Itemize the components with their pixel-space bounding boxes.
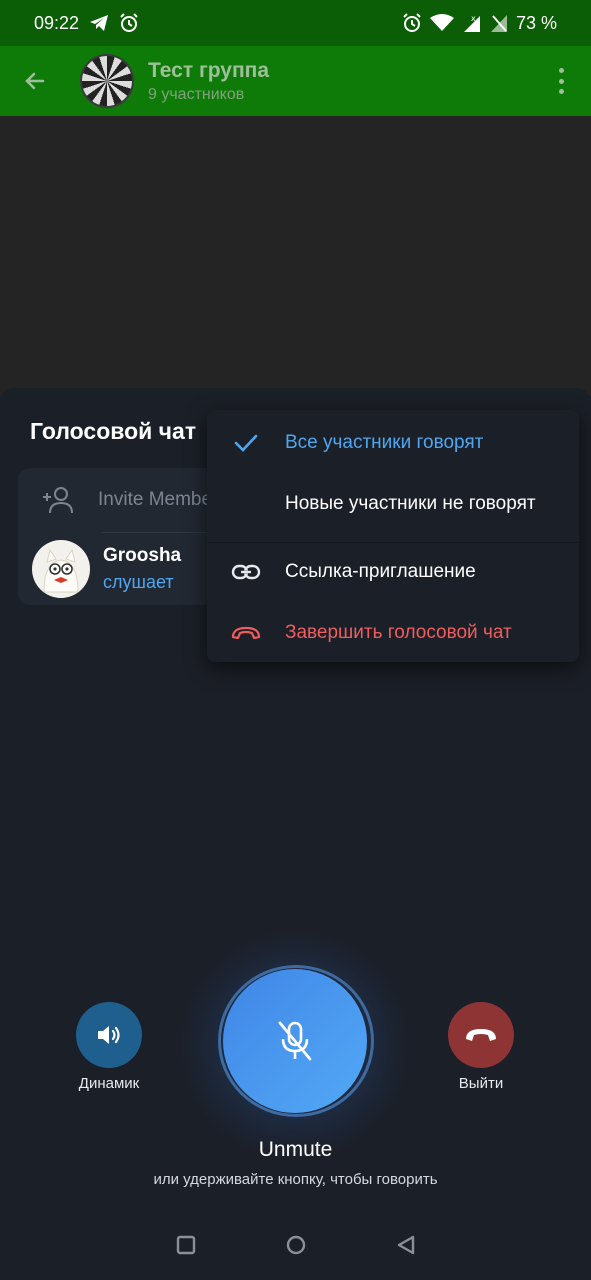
participant-status: слушает — [103, 571, 174, 592]
wifi-icon — [429, 14, 454, 32]
avatar — [32, 539, 90, 598]
status-bar: 09:22 x 73 % — [0, 0, 591, 46]
check-icon — [234, 433, 258, 453]
link-icon — [231, 563, 261, 581]
alarm-icon — [402, 13, 422, 33]
push-to-talk-hint: или удерживайте кнопку, чтобы говорить — [153, 1171, 438, 1188]
voice-chat-options-menu: Все участники говорят Новые участники не… — [207, 410, 579, 662]
menu-item-label: Ссылка-приглашение — [285, 561, 476, 582]
participant-name: Groosha — [103, 544, 182, 566]
unmute-label: Unmute — [258, 1138, 333, 1161]
telegram-icon — [89, 14, 109, 32]
chat-header: Тест группа 9 участников — [0, 46, 591, 116]
speaker-button[interactable] — [76, 1002, 142, 1068]
group-avatar[interactable] — [80, 54, 134, 108]
voice-chat-title: Голосовой чат — [30, 418, 197, 444]
add-user-icon — [42, 486, 74, 514]
divider — [207, 542, 579, 543]
menu-item-all-can-speak[interactable]: Все участники говорят — [207, 415, 579, 471]
status-time: 09:22 — [34, 12, 80, 33]
svg-text:x: x — [471, 14, 476, 23]
hangup-icon — [464, 1027, 498, 1043]
chat-background — [0, 116, 591, 396]
menu-item-label: Новые участники не говорят — [285, 493, 536, 514]
mic-toggle-button[interactable] — [223, 969, 367, 1113]
alarm-icon — [119, 13, 139, 33]
mic-off-icon — [275, 1019, 315, 1063]
menu-item-end-voice-chat[interactable]: Завершить голосовой чат — [207, 605, 579, 661]
back-button[interactable] — [0, 46, 70, 116]
menu-item-label: Завершить голосовой чат — [285, 622, 512, 643]
speaker-icon — [96, 1023, 122, 1047]
more-menu-button[interactable] — [549, 68, 573, 94]
menu-item-new-muted[interactable]: Новые участники не говорят — [207, 476, 579, 532]
hangup-icon — [230, 625, 262, 641]
speaker-label: Динамик — [78, 1075, 140, 1092]
signal-icon: x — [462, 13, 482, 33]
group-subtitle: 9 участников — [148, 85, 245, 103]
leave-button[interactable] — [448, 1002, 514, 1068]
home-button[interactable] — [285, 1234, 307, 1256]
leave-label: Выйти — [458, 1075, 504, 1092]
arrow-left-icon — [23, 69, 47, 93]
group-title[interactable]: Тест группа — [148, 59, 269, 83]
recents-button[interactable] — [175, 1234, 197, 1256]
system-navigation-bar — [0, 1210, 591, 1280]
menu-item-label: Все участники говорят — [285, 432, 484, 453]
battery-icon — [490, 13, 508, 33]
more-vert-icon — [558, 68, 564, 73]
back-nav-button[interactable] — [395, 1234, 417, 1256]
battery-percent: 73 % — [515, 12, 557, 33]
menu-item-invite-link[interactable]: Ссылка-приглашение — [207, 544, 579, 600]
